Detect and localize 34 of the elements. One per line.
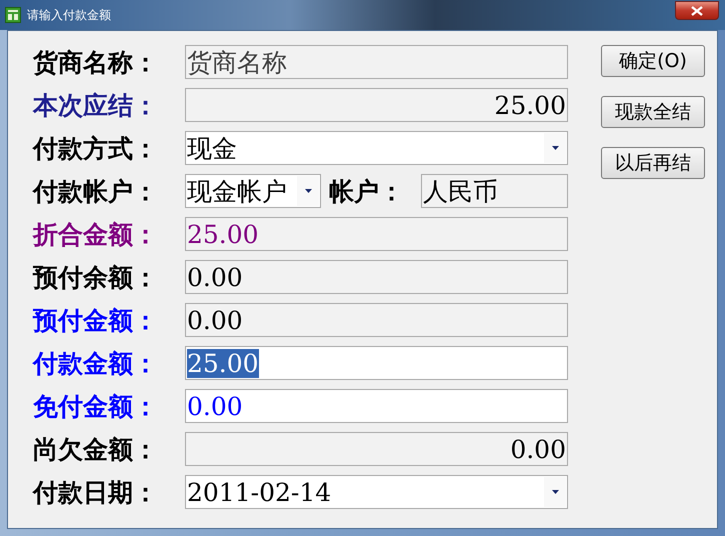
dialog-button[interactable]: 以后再结 (601, 147, 705, 179)
field-label: 尚欠金额： (33, 434, 159, 466)
field-label: 付款金额： (33, 348, 159, 380)
field-label: 本次应结： (33, 90, 159, 122)
window-title: 请输入付款金额 (27, 6, 111, 24)
field-label: 付款日期： (33, 476, 159, 508)
caret-icon (552, 146, 558, 150)
dialog-button[interactable]: 现款全结 (601, 96, 705, 128)
app-icon (5, 7, 21, 23)
input-field[interactable]: 25.00 (185, 346, 568, 380)
readonly-field[interactable]: 25.00 (185, 88, 568, 122)
field-label: 免付金额： (33, 390, 159, 422)
field-label: 折合金额： (33, 218, 159, 250)
readonly-field[interactable]: 0.00 (185, 432, 568, 466)
readonly-field[interactable]: 人民币 (421, 174, 568, 208)
field-label: 付款方式： (33, 132, 159, 164)
dropdown-field[interactable]: 2011-02-14 (185, 475, 568, 509)
field-label: 货商名称： (33, 46, 159, 78)
field-label: 预付余额： (33, 262, 159, 294)
caret-icon (304, 189, 312, 193)
readonly-field[interactable]: 0.00 (185, 260, 568, 294)
readonly-field[interactable]: 25.00 (185, 217, 568, 251)
caret-icon (552, 490, 558, 494)
dialog-button[interactable]: 确定(O) (601, 45, 705, 77)
close-icon (691, 6, 703, 16)
input-field[interactable]: 0.00 (185, 389, 568, 423)
field-label: 预付金额： (33, 304, 159, 336)
field-label: 帐户： (328, 176, 405, 208)
field-label: 付款帐户： (33, 176, 159, 208)
dropdown-field[interactable]: 现金 (185, 131, 568, 165)
readonly-field[interactable]: 0.00 (185, 303, 568, 337)
close-button[interactable] (675, 1, 719, 20)
dropdown-field[interactable]: 现金帐户 (185, 174, 321, 208)
readonly-field[interactable]: 货商名称 (185, 45, 568, 79)
